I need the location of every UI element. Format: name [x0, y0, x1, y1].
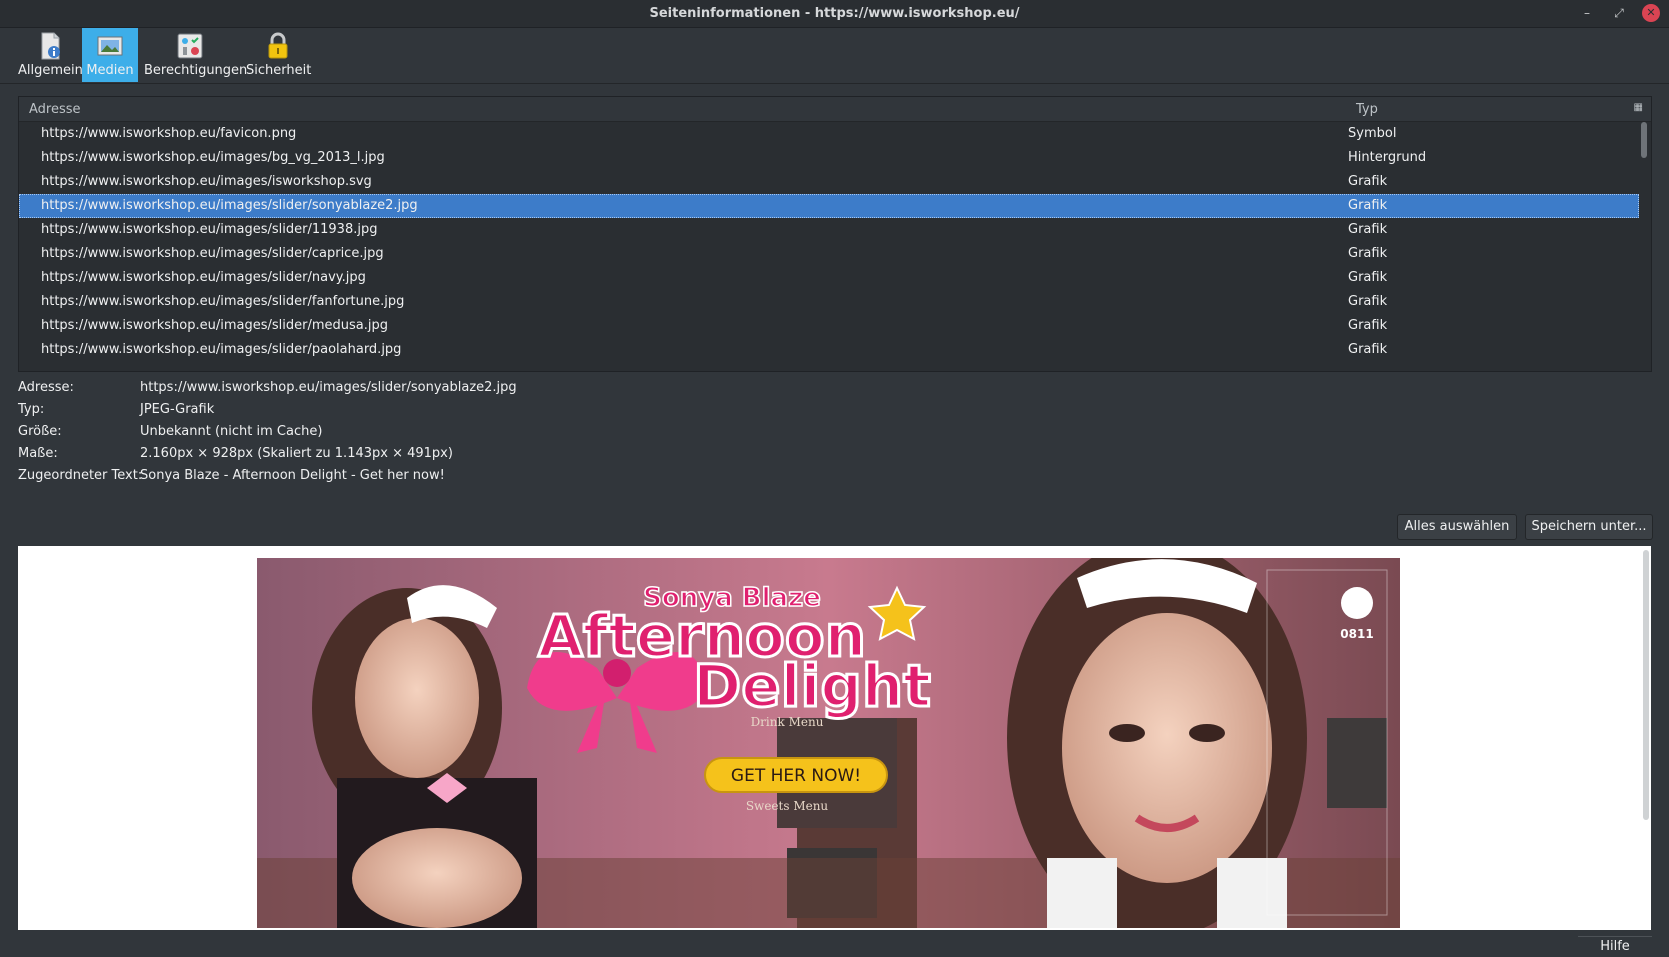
logo-code: 0811	[1340, 627, 1373, 641]
table-row[interactable]: https://www.isworkshop.eu/images/slider/…	[19, 290, 1639, 314]
row-type: Grafik	[1348, 318, 1388, 333]
table-row[interactable]: https://www.isworkshop.eu/images/slider/…	[19, 338, 1639, 362]
row-address: https://www.isworkshop.eu/images/slider/…	[41, 342, 402, 357]
row-address: https://www.isworkshop.eu/images/slider/…	[41, 294, 405, 309]
detail-value: 2.160px × 928px (Skaliert zu 1.143px × 4…	[140, 446, 453, 461]
detail-label: Adresse:	[18, 380, 74, 395]
save-as-button[interactable]: Speichern unter...	[1525, 514, 1653, 540]
detail-label: Größe:	[18, 424, 62, 439]
toolbar: Allgemein Medien Berechtigungen Sicherhe…	[0, 28, 1669, 84]
detail-label: Zugeordneter Text:	[18, 468, 143, 483]
general-info-icon	[41, 32, 60, 60]
row-type: Grafik	[1348, 222, 1388, 237]
row-type: Grafik	[1348, 246, 1388, 261]
table-row[interactable]: https://www.isworkshop.eu/images/slider/…	[19, 266, 1639, 290]
row-address: https://www.isworkshop.eu/images/slider/…	[41, 318, 389, 333]
column-picker-icon[interactable]: ▦	[1634, 102, 1643, 113]
detail-row: Zugeordneter Text: Sonya Blaze - Afternoo…	[18, 468, 918, 490]
row-type: Grafik	[1348, 174, 1388, 189]
tab-media[interactable]: Medien	[82, 28, 138, 82]
select-all-button[interactable]: Alles auswählen	[1397, 514, 1517, 540]
banner-title-line2: Delight	[693, 652, 931, 720]
detail-row: Adresse: https://www.isworkshop.eu/images…	[18, 380, 918, 402]
table-row[interactable]: https://www.isworkshop.eu/images/isworks…	[19, 170, 1639, 194]
media-details: Adresse: https://www.isworkshop.eu/images…	[18, 380, 918, 490]
permissions-icon	[177, 33, 203, 59]
table-row[interactable]: https://www.isworkshop.eu/images/slider/…	[19, 314, 1639, 338]
row-address: https://www.isworkshop.eu/images/slider/…	[41, 246, 384, 261]
row-type: Hintergrund	[1348, 150, 1427, 165]
sign-sweets-menu: Sweets Menu	[746, 799, 829, 813]
row-type: Grafik	[1348, 270, 1388, 285]
detail-row: Maße: 2.160px × 928px (Skaliert zu 1.143p…	[18, 446, 918, 468]
row-type: Grafik	[1348, 294, 1388, 309]
row-address: https://www.isworkshop.eu/images/slider/…	[41, 198, 418, 213]
row-address: https://www.isworkshop.eu/images/isworks…	[41, 174, 372, 189]
tab-general[interactable]: Allgemein	[18, 28, 83, 82]
tab-security[interactable]: Sicherheit	[246, 28, 312, 82]
lock-icon	[268, 32, 288, 59]
row-address: https://www.isworkshop.eu/images/slider/…	[41, 270, 366, 285]
row-type: Symbol	[1348, 126, 1397, 141]
media-list[interactable]: Adresse Typ ▦ https://www.isworkshop.eu/…	[18, 96, 1652, 372]
window-titlebar[interactable]: Seiteninformationen - https://www.iswork…	[0, 0, 1669, 28]
tab-permissions[interactable]: Berechtigungen	[144, 28, 248, 82]
media-preview: Sonya Blaze Afternoon Delight Drink Menu…	[18, 546, 1651, 930]
detail-value: Sonya Blaze - Afternoon Delight - Get he…	[140, 468, 445, 483]
column-address[interactable]: Adresse	[29, 102, 81, 117]
banner-graphic: Sonya Blaze Afternoon Delight Drink Menu…	[257, 558, 1400, 928]
tab-media-label: Medien	[86, 63, 134, 78]
minimize-button[interactable]: –	[1578, 4, 1596, 22]
media-rows: https://www.isworkshop.eu/favicon.png Sym…	[19, 122, 1639, 362]
detail-row: Größe: Unbekannt (nicht im Cache)	[18, 424, 918, 446]
list-scrollbar-thumb[interactable]	[1641, 122, 1647, 158]
tab-general-label: Allgemein	[18, 63, 83, 78]
detail-label: Typ:	[18, 402, 45, 417]
media-icon	[97, 36, 123, 56]
table-row[interactable]: https://www.isworkshop.eu/images/slider/…	[19, 194, 1639, 218]
site-logo-mark	[1341, 587, 1373, 619]
row-address: https://www.isworkshop.eu/favicon.png	[41, 126, 297, 141]
detail-value: https://www.isworkshop.eu/images/slider/…	[140, 380, 517, 395]
list-scrollbar[interactable]	[1641, 122, 1649, 367]
sign-drink-menu: Drink Menu	[751, 715, 824, 729]
row-type: Grafik	[1348, 342, 1388, 357]
list-header: Adresse Typ ▦	[19, 97, 1651, 122]
preview-scrollbar[interactable]	[1643, 550, 1649, 820]
maximize-button[interactable]: ⤢	[1610, 4, 1628, 22]
detail-label: Maße:	[18, 446, 58, 461]
table-row[interactable]: https://www.isworkshop.eu/images/slider/…	[19, 242, 1639, 266]
cta-text: GET HER NOW!	[731, 766, 861, 786]
column-type[interactable]: Typ	[1356, 102, 1378, 117]
detail-row: Typ: JPEG-Grafik	[18, 402, 918, 424]
table-row[interactable]: https://www.isworkshop.eu/images/bg_vg_2…	[19, 146, 1639, 170]
row-address: https://www.isworkshop.eu/images/bg_vg_2…	[41, 150, 385, 165]
detail-value: JPEG-Grafik	[140, 402, 215, 417]
row-address: https://www.isworkshop.eu/images/slider/…	[41, 222, 378, 237]
close-button[interactable]: ✕	[1642, 4, 1660, 22]
table-row[interactable]: https://www.isworkshop.eu/images/slider/…	[19, 218, 1639, 242]
detail-value: Unbekannt (nicht im Cache)	[140, 424, 323, 439]
footer: Hilfe	[0, 934, 1669, 957]
row-type: Grafik	[1348, 198, 1388, 213]
preview-image: Sonya Blaze Afternoon Delight Drink Menu…	[257, 558, 1400, 928]
window-title: Seiteninformationen - https://www.iswork…	[649, 6, 1020, 21]
tab-permissions-label: Berechtigungen	[144, 63, 248, 78]
help-button[interactable]: Hilfe	[1578, 936, 1652, 957]
tab-security-label: Sicherheit	[246, 63, 312, 78]
table-row[interactable]: https://www.isworkshop.eu/favicon.png Sym…	[19, 122, 1639, 146]
